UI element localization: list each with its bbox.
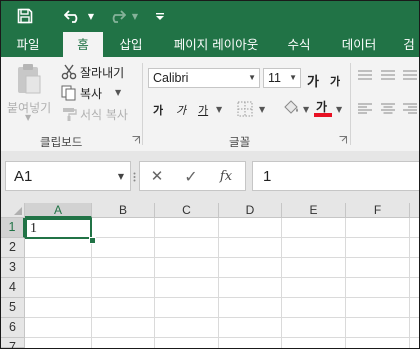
row-header-4[interactable]: 4 <box>1 278 25 298</box>
scissors-icon <box>61 64 77 80</box>
underline-dropdown-icon[interactable]: ▼ <box>216 105 222 114</box>
align-left-icon[interactable] <box>358 103 372 115</box>
align-bottom-icon[interactable] <box>403 70 417 80</box>
copy-button[interactable]: 복사 ▼ <box>61 84 133 102</box>
tab-formulas[interactable]: 수식 <box>277 32 321 57</box>
undo-dropdown-icon[interactable]: ▼ <box>86 5 96 27</box>
format-painter-label: 서식 복사 <box>80 108 128 122</box>
ribbon-divider <box>350 63 351 145</box>
clipboard-group-label: 클립보드 <box>40 135 83 149</box>
gridline <box>25 317 419 318</box>
ribbon-tabs: 파일 홈 삽입 페이지 레이아웃 수식 데이터 검 <box>1 32 419 58</box>
worksheet-grid: A B C D E F 1 2 3 4 5 6 7 1 <box>1 203 419 348</box>
column-header-b[interactable]: B <box>92 203 155 218</box>
ribbon-home: 붙여넣기 ▼ 잘라내기 복사 ▼ 서식 복사 클립보드 Calibri ▼ 11… <box>1 57 419 152</box>
clipboard-launcher-icon[interactable] <box>132 136 140 144</box>
row-header-6[interactable]: 6 <box>1 318 25 338</box>
redo-dropdown-icon[interactable]: ▼ <box>130 5 140 27</box>
formula-value: 1 <box>263 168 272 185</box>
column-header-c[interactable]: C <box>155 203 219 218</box>
chevron-down-icon: ▼ <box>248 73 256 82</box>
cut-button[interactable]: 잘라내기 <box>61 63 133 81</box>
column-header-partial[interactable] <box>410 203 419 218</box>
column-header-d[interactable]: D <box>219 203 282 218</box>
font-launcher-icon[interactable] <box>339 136 347 144</box>
copy-icon <box>61 85 76 101</box>
font-size-value: 11 <box>268 71 281 85</box>
formula-bar: A1 ▼ ✕ ✓ fx 1 <box>1 151 419 203</box>
align-right-icon[interactable] <box>403 103 417 115</box>
column-header-a[interactable]: A <box>25 203 92 218</box>
row-header-3[interactable]: 3 <box>1 258 25 278</box>
font-size-dropdown[interactable]: 11 ▼ <box>263 68 301 88</box>
select-all-icon <box>14 207 22 215</box>
gridline <box>25 277 419 278</box>
copy-dropdown-icon: ▼ <box>115 88 122 97</box>
font-color-button[interactable]: 가 <box>313 97 333 119</box>
fill-handle[interactable] <box>89 237 96 244</box>
font-color-dropdown-icon[interactable]: ▼ <box>336 105 342 114</box>
tab-data[interactable]: 데이터 <box>333 32 385 57</box>
italic-button[interactable]: 가 <box>176 102 186 118</box>
paste-dropdown-icon: ▼ <box>25 113 32 122</box>
underline-button[interactable]: 가 <box>198 102 208 118</box>
gridline <box>25 337 419 338</box>
align-center-icon[interactable] <box>381 103 395 115</box>
column-header-e[interactable]: E <box>282 203 346 218</box>
redo-icon[interactable] <box>105 5 129 27</box>
excel-window: ▼ ▼ 파일 홈 삽입 페이지 레이아웃 수식 데이터 검 붙여넣기 ▼ 잘라내… <box>0 0 420 349</box>
bold-button[interactable]: 가 <box>153 102 163 118</box>
undo-icon[interactable] <box>61 5 85 27</box>
cancel-icon[interactable]: ✕ <box>146 166 168 186</box>
paste-icon <box>18 64 41 94</box>
tab-review[interactable]: 검 <box>397 32 419 57</box>
align-top-icon[interactable] <box>358 70 372 80</box>
font-color-swatch <box>314 113 332 117</box>
tab-home[interactable]: 홈 <box>63 32 103 58</box>
increase-font-size-button[interactable]: 가 <box>307 71 319 90</box>
row-header-5[interactable]: 5 <box>1 298 25 318</box>
format-painter-icon <box>63 108 77 121</box>
row-header-2[interactable]: 2 <box>1 238 25 258</box>
cell-a1[interactable]: 1 <box>25 218 92 239</box>
font-name-dropdown[interactable]: Calibri ▼ <box>148 68 260 88</box>
row-header-1[interactable]: 1 <box>1 218 25 238</box>
borders-dropdown-icon[interactable]: ▼ <box>259 105 265 114</box>
save-icon[interactable] <box>14 5 36 27</box>
quick-access-toolbar: ▼ ▼ <box>1 1 419 32</box>
chevron-down-icon: ▼ <box>289 73 297 82</box>
name-box[interactable]: A1 ▼ <box>5 161 131 191</box>
font-group-label: 글꼴 <box>229 135 251 149</box>
borders-icon[interactable] <box>237 101 253 117</box>
column-header-f[interactable]: F <box>346 203 410 218</box>
formula-input[interactable]: 1 <box>252 161 419 191</box>
paste-button[interactable]: 붙여넣기 ▼ <box>5 61 53 122</box>
gridline <box>25 297 419 298</box>
formula-buttons: ✕ ✓ fx <box>139 161 246 191</box>
tab-insert[interactable]: 삽입 <box>109 32 153 57</box>
select-all-button[interactable] <box>1 203 25 218</box>
formula-bar-grip-icon[interactable] <box>133 172 136 182</box>
font-name-value: Calibri <box>153 71 189 85</box>
fill-color-icon[interactable] <box>282 99 300 117</box>
tab-page-layout[interactable]: 페이지 레이아웃 <box>163 32 269 57</box>
chevron-down-icon: ▼ <box>117 172 124 181</box>
copy-label: 복사 <box>80 87 103 101</box>
cut-label: 잘라내기 <box>80 66 125 80</box>
ribbon-divider <box>142 63 143 145</box>
tab-file[interactable]: 파일 <box>5 32 51 57</box>
row-header-7[interactable]: 7 <box>1 338 25 348</box>
name-box-value: A1 <box>14 168 33 185</box>
insert-function-icon[interactable]: fx <box>215 166 237 186</box>
align-middle-icon[interactable] <box>381 70 395 80</box>
decrease-font-size-button[interactable]: 가 <box>330 73 340 89</box>
format-painter-button[interactable]: 서식 복사 <box>61 105 135 123</box>
customize-toolbar-icon[interactable] <box>153 5 167 27</box>
fill-color-dropdown-icon[interactable]: ▼ <box>303 105 309 114</box>
enter-icon[interactable]: ✓ <box>180 166 202 186</box>
gridline <box>25 257 419 258</box>
